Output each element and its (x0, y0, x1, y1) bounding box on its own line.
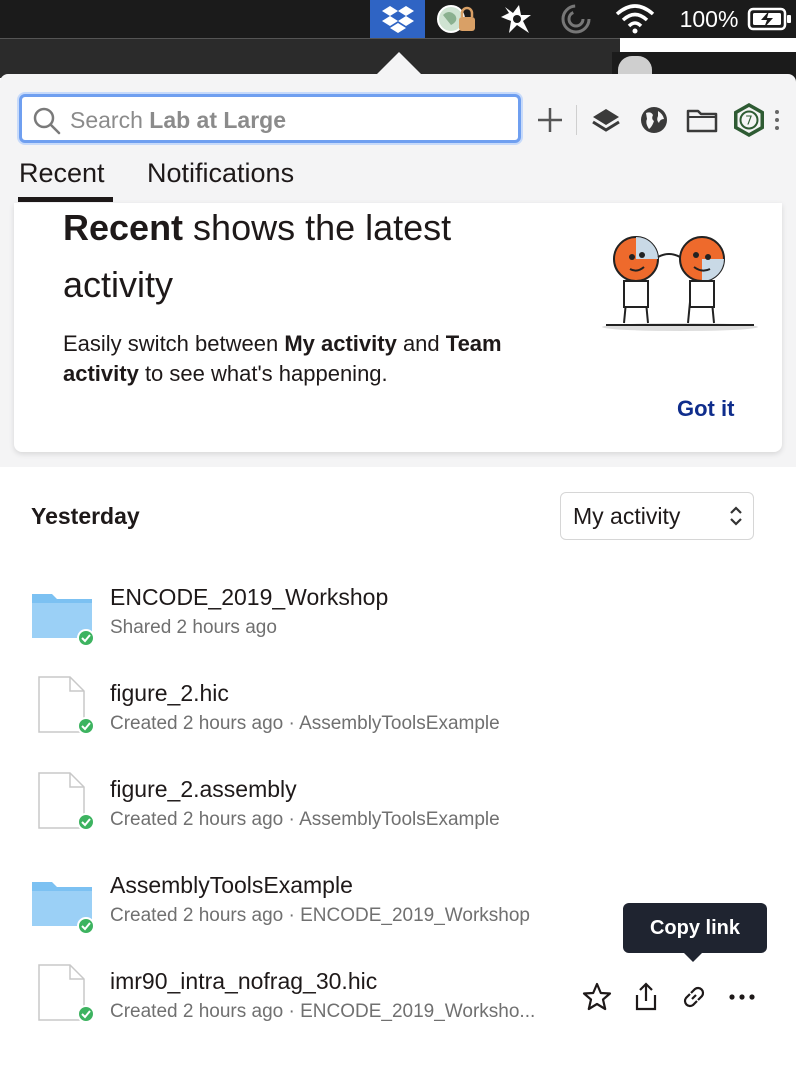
toolbar-divider (576, 105, 577, 135)
plus-icon[interactable] (532, 100, 568, 140)
file-icon (34, 674, 98, 743)
chevron-updown-icon (729, 504, 743, 533)
list-item[interactable]: figure_2.assembly Created 2 hours ago · … (0, 772, 796, 872)
search-icon (32, 106, 62, 141)
onboarding-description: Easily switch between My activity and Te… (63, 331, 502, 386)
copy-link-tooltip: Copy link (623, 903, 767, 953)
popover-caret (377, 52, 421, 74)
battery-percent: 100% (679, 5, 739, 32)
folder-icon (30, 588, 98, 653)
folder-icon[interactable] (684, 100, 720, 140)
share-icon[interactable] (629, 980, 663, 1014)
day-label: Yesterday (31, 503, 140, 529)
item-meta: Created 2 hours ago · ENCODE_2019_Worksh… (110, 905, 530, 926)
item-name: figure_2.hic (110, 680, 229, 706)
item-name: figure_2.assembly (110, 776, 297, 802)
list-item[interactable]: figure_2.hic Created 2 hours ago · Assem… (0, 676, 796, 776)
list-item[interactable]: ENCODE_2019_Workshop Shared 2 hours ago (0, 584, 796, 680)
search-placeholder: Search Lab at Large (70, 107, 287, 133)
got-it-button[interactable]: Got it (677, 396, 734, 422)
globe-icon[interactable] (636, 100, 672, 140)
onboarding-card: Recent shows the latest activity Easily … (14, 203, 782, 452)
tooltip-caret (683, 952, 703, 962)
star-icon[interactable] (580, 980, 614, 1014)
wifi-icon[interactable] (612, 0, 658, 38)
activity-filter-select[interactable]: My activity (560, 492, 754, 540)
background-window (0, 38, 620, 78)
activity-filter-value: My activity (573, 503, 681, 529)
file-icon (34, 962, 98, 1031)
layers-icon[interactable] (588, 100, 624, 140)
more-icon[interactable] (725, 980, 759, 1014)
app-icon[interactable] (496, 0, 536, 38)
tab-recent[interactable]: Recent (19, 158, 105, 189)
tab-active-indicator (18, 197, 113, 202)
item-meta: Created 2 hours ago · AssemblyToolsExamp… (110, 809, 500, 830)
item-meta: Created 2 hours ago · AssemblyToolsExamp… (110, 713, 500, 734)
tab-notifications[interactable]: Notifications (147, 158, 294, 189)
search-input[interactable]: Search Lab at Large (19, 94, 521, 143)
svg-text:7: 7 (745, 114, 753, 128)
link-icon[interactable] (677, 980, 711, 1014)
item-name: imr90_intra_nofrag_30.hic (110, 968, 378, 994)
item-name: ENCODE_2019_Workshop (110, 584, 389, 610)
item-name: AssemblyToolsExample (110, 872, 353, 898)
onboarding-illustration (592, 227, 762, 342)
more-vertical-icon[interactable] (768, 100, 786, 140)
sync-icon[interactable] (556, 0, 596, 38)
vpn-icon[interactable] (434, 0, 480, 38)
battery-icon[interactable] (746, 0, 794, 38)
menu-bar: 100% (0, 0, 796, 38)
avatar-icon[interactable]: 7 (731, 100, 767, 140)
item-meta: Created 2 hours ago · ENCODE_2019_Worksh… (110, 1001, 536, 1022)
folder-icon (30, 876, 98, 941)
onboarding-title: Recent shows the latest activity (63, 207, 452, 305)
item-meta: Shared 2 hours ago (110, 617, 277, 638)
file-icon (34, 770, 98, 839)
dropbox-icon[interactable] (370, 0, 425, 38)
